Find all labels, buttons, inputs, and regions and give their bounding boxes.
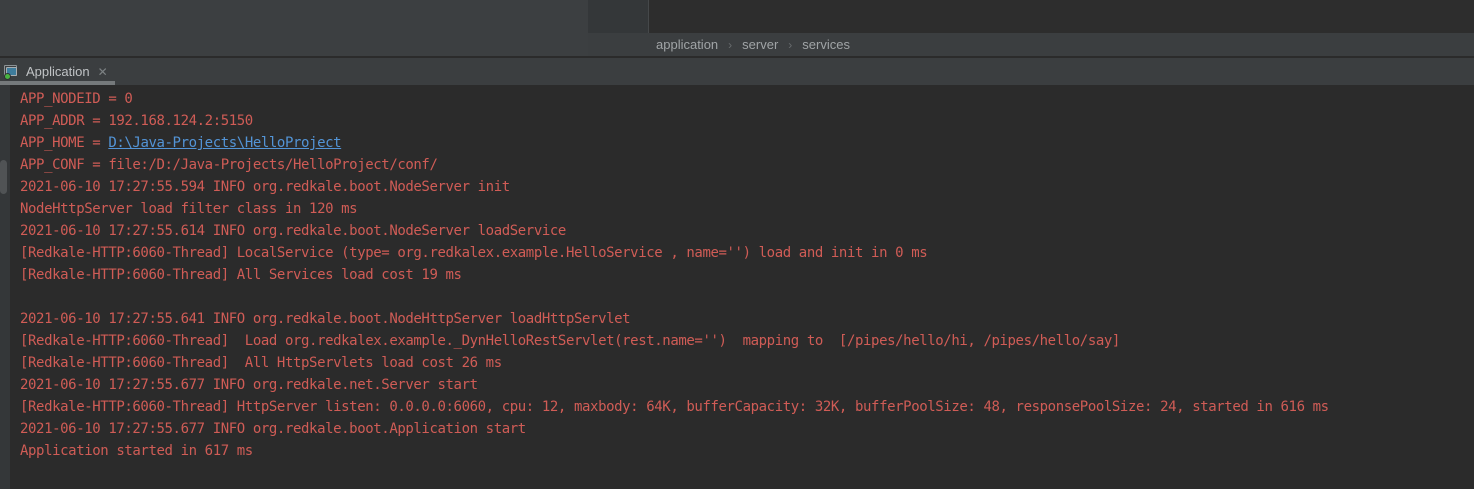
console-file-link[interactable]: D:\Java-Projects\HelloProject xyxy=(108,135,341,151)
console-line: 2021-06-10 17:27:55.677 INFO org.redkale… xyxy=(20,418,1474,440)
console-line-prefix: APP_HOME = xyxy=(20,135,108,151)
run-toolwindow-tabbar: Application ✕ xyxy=(0,58,1474,85)
console-line: [Redkale-HTTP:6060-Thread] Load org.redk… xyxy=(20,330,1474,352)
console-line: NodeHttpServer load filter class in 120 … xyxy=(20,198,1474,220)
console-panel[interactable]: APP_NODEID = 0APP_ADDR = 192.168.124.2:5… xyxy=(0,85,1474,489)
console-line: APP_HOME = D:\Java-Projects\HelloProject xyxy=(20,132,1474,154)
console-line: [Redkale-HTTP:6060-Thread] LocalService … xyxy=(20,242,1474,264)
console-line xyxy=(20,286,1474,308)
breadcrumb-separator-icon: › xyxy=(728,38,732,52)
breadcrumb-separator-icon: › xyxy=(788,38,792,52)
console-line: [Redkale-HTTP:6060-Thread] All Services … xyxy=(20,264,1474,286)
breadcrumb-item-services[interactable]: services xyxy=(802,37,850,52)
running-indicator-dot xyxy=(4,73,11,80)
close-icon[interactable]: ✕ xyxy=(98,66,108,78)
console-line: 2021-06-10 17:27:55.641 INFO org.redkale… xyxy=(20,308,1474,330)
console-line: 2021-06-10 17:27:55.614 INFO org.redkale… xyxy=(20,220,1474,242)
tab-application-label: Application xyxy=(26,64,90,79)
console-line: 2021-06-10 17:27:55.594 INFO org.redkale… xyxy=(20,176,1474,198)
editor-gutter xyxy=(588,0,648,33)
console-left-strip xyxy=(0,85,10,489)
scrollbar-thumb[interactable] xyxy=(0,160,7,194)
run-console-icon xyxy=(4,64,20,80)
console-output[interactable]: APP_NODEID = 0APP_ADDR = 192.168.124.2:5… xyxy=(10,88,1474,462)
breadcrumb-item-application[interactable]: application xyxy=(656,37,718,52)
breadcrumb: application › server › services xyxy=(588,33,1474,56)
console-line: APP_CONF = file:/D:/Java-Projects/HelloP… xyxy=(20,154,1474,176)
console-line: 2021-06-10 17:27:55.677 INFO org.redkale… xyxy=(20,374,1474,396)
console-line: APP_NODEID = 0 xyxy=(20,88,1474,110)
console-line: APP_ADDR = 192.168.124.2:5150 xyxy=(20,110,1474,132)
console-line: [Redkale-HTTP:6060-Thread] All HttpServl… xyxy=(20,352,1474,374)
tab-application[interactable]: Application ✕ xyxy=(0,58,115,85)
console-line: [Redkale-HTTP:6060-Thread] HttpServer li… xyxy=(20,396,1474,418)
console-line: Application started in 617 ms xyxy=(20,440,1474,462)
editor-surface[interactable] xyxy=(648,0,1474,33)
left-editor-pane[interactable] xyxy=(0,0,588,56)
breadcrumb-item-server[interactable]: server xyxy=(742,37,778,52)
